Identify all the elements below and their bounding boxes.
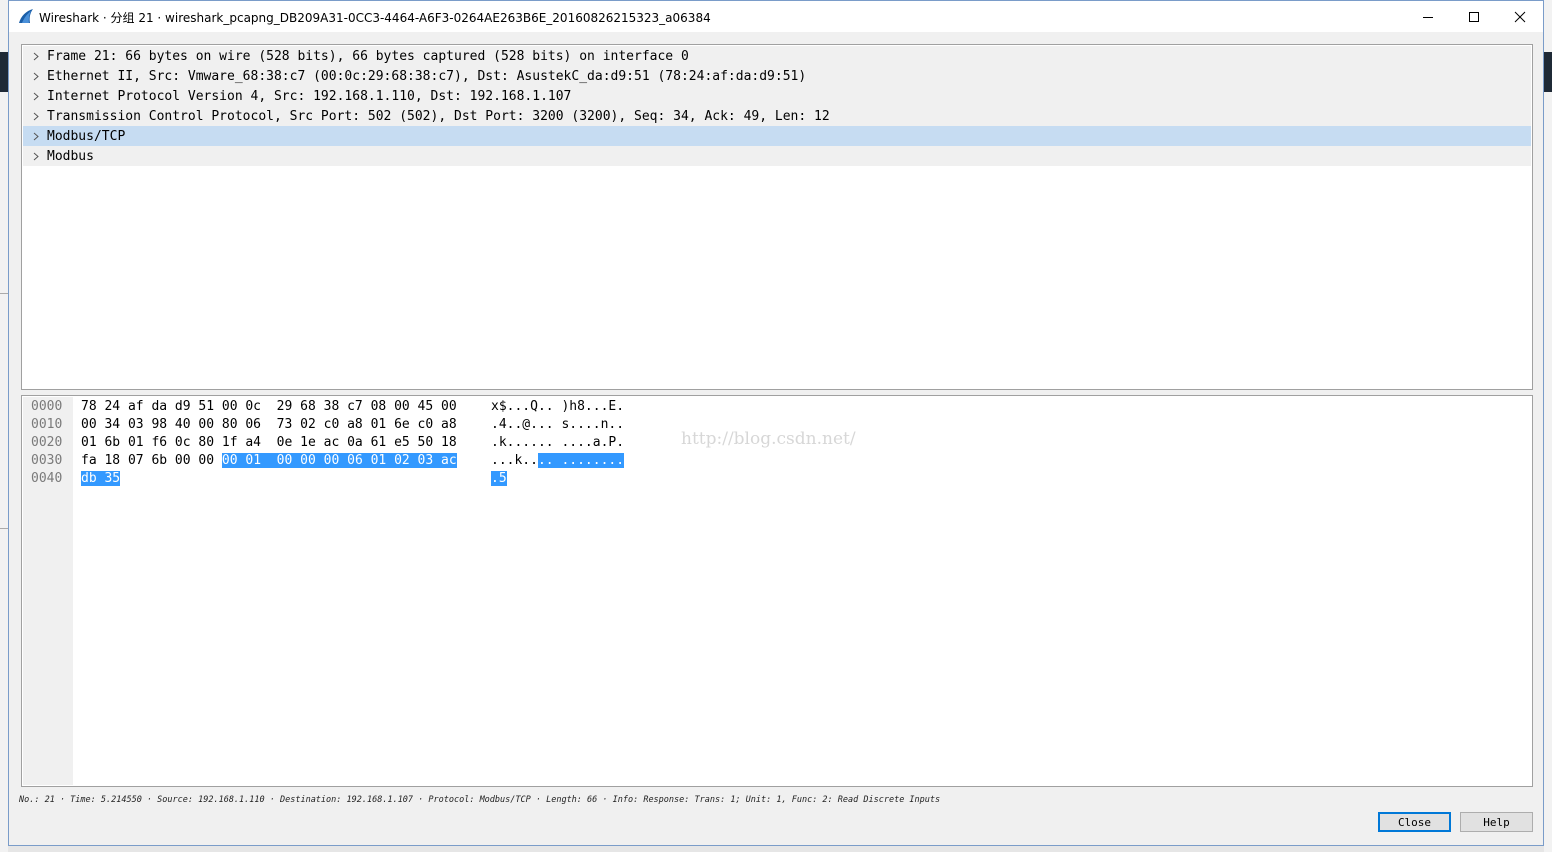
ascii-bytes: ...k..: [491, 453, 538, 468]
ascii-row[interactable]: x$...Q.. )h8...E.: [491, 399, 624, 414]
minimize-button[interactable]: [1405, 1, 1451, 32]
tree-item-label: Transmission Control Protocol, Src Port:…: [47, 108, 830, 124]
packet-bytes-pane[interactable]: 0000 0010 0020 0030 0040 78 24 af da d9 …: [21, 395, 1533, 787]
offset-column: 0000 0010 0020 0030 0040: [23, 397, 73, 785]
background-window-left: [0, 0, 8, 852]
hex-row[interactable]: 01 6b 01 f6 0c 80 1f a4 0e 1e ac 0a 61 e…: [81, 435, 457, 450]
tree-item-ipv4[interactable]: Internet Protocol Version 4, Src: 192.16…: [23, 86, 1531, 106]
hex-row[interactable]: fa 18 07 6b 00 00 00 01 00 00 00 06 01 0…: [81, 453, 457, 468]
byte-offset: 0020: [31, 435, 63, 450]
tree-item-modbus-tcp[interactable]: Modbus/TCP: [23, 126, 1531, 146]
packet-dialog: Wireshark · 分组 21 · wireshark_pcapng_DB2…: [8, 0, 1544, 846]
close-window-button[interactable]: [1497, 1, 1543, 32]
byte-offset: 0010: [31, 417, 63, 432]
chevron-right-icon[interactable]: [27, 52, 45, 61]
close-icon: [1514, 11, 1526, 22]
background-toolbar: [1544, 52, 1552, 92]
ascii-row[interactable]: .5: [491, 471, 507, 486]
hex-row[interactable]: 78 24 af da d9 51 00 0c 29 68 38 c7 08 0…: [81, 399, 457, 414]
ascii-bytes-highlighted: .5: [491, 471, 507, 486]
tree-item-label: Modbus/TCP: [47, 128, 126, 144]
tree-item-label: Modbus: [47, 148, 94, 164]
byte-offset: 0040: [31, 471, 63, 486]
byte-offset: 0000: [31, 399, 63, 414]
ascii-bytes-highlighted: .. ........: [537, 453, 625, 468]
tree-item-ethernet[interactable]: Ethernet II, Src: Vmware_68:38:c7 (00:0c…: [23, 66, 1531, 86]
hex-bytes: fa 18 07 6b 00 00: [81, 453, 222, 468]
ascii-row[interactable]: .4..@... s....n..: [491, 417, 624, 432]
hex-bytes-highlighted: db 35: [81, 471, 121, 486]
background-divider: [0, 528, 8, 529]
minimize-icon: [1423, 16, 1433, 18]
background-toolbar: [0, 52, 8, 92]
background-divider: [0, 293, 8, 294]
tree-item-tcp[interactable]: Transmission Control Protocol, Src Port:…: [23, 106, 1531, 126]
maximize-button[interactable]: [1451, 1, 1497, 32]
packet-summary-status: No.: 21 · Time: 5.214550 · Source: 192.1…: [19, 795, 941, 805]
watermark: http://blog.csdn.net/: [681, 429, 856, 449]
title-bar[interactable]: Wireshark · 分组 21 · wireshark_pcapng_DB2…: [9, 1, 1543, 32]
window-title: Wireshark · 分组 21 · wireshark_pcapng_DB2…: [39, 11, 711, 25]
packet-details-tree[interactable]: Frame 21: 66 bytes on wire (528 bits), 6…: [21, 44, 1533, 390]
tree-item-label: Frame 21: 66 bytes on wire (528 bits), 6…: [47, 48, 689, 64]
close-button[interactable]: Close: [1378, 812, 1451, 832]
chevron-right-icon[interactable]: [27, 72, 45, 81]
chevron-right-icon[interactable]: [27, 112, 45, 121]
chevron-right-icon[interactable]: [27, 92, 45, 101]
hex-row[interactable]: db 35: [81, 471, 121, 486]
maximize-icon: [1469, 11, 1479, 22]
wireshark-fin-icon: [19, 9, 33, 23]
tree-item-label: Internet Protocol Version 4, Src: 192.16…: [47, 88, 572, 104]
byte-offset: 0030: [31, 453, 63, 468]
ascii-row[interactable]: ...k.... ........: [491, 453, 625, 468]
help-button[interactable]: Help: [1460, 812, 1533, 832]
background-window-right: [1544, 0, 1552, 852]
chevron-right-icon[interactable]: [27, 152, 45, 161]
hex-row[interactable]: 00 34 03 98 40 00 80 06 73 02 c0 a8 01 6…: [81, 417, 457, 432]
tree-item-frame[interactable]: Frame 21: 66 bytes on wire (528 bits), 6…: [23, 46, 1531, 66]
chevron-right-icon[interactable]: [27, 132, 45, 141]
hex-bytes-highlighted: 00 01 00 00 00 06 01 02 03 ac: [221, 453, 457, 468]
ascii-row[interactable]: .k...... ....a.P.: [491, 435, 624, 450]
tree-item-modbus[interactable]: Modbus: [23, 146, 1531, 166]
tree-item-label: Ethernet II, Src: Vmware_68:38:c7 (00:0c…: [47, 68, 807, 84]
